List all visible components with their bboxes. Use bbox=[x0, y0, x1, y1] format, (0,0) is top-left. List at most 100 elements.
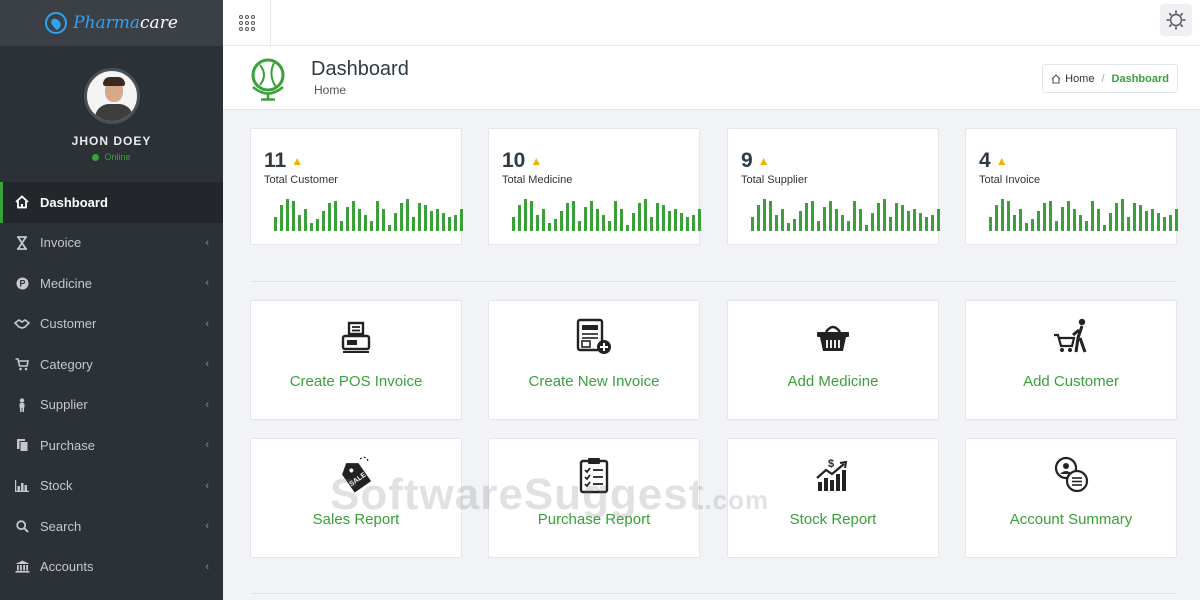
sparkline-bar bbox=[376, 201, 379, 231]
add-medicine-button[interactable]: Add Medicine bbox=[727, 300, 939, 420]
cart-icon bbox=[14, 356, 30, 372]
trend-up-icon: ▲ bbox=[995, 154, 1008, 168]
sparkline-chart bbox=[751, 197, 940, 231]
drop-logo-icon bbox=[45, 12, 68, 34]
sparkline-bar bbox=[889, 217, 892, 231]
sparkline-bar bbox=[787, 223, 790, 231]
stat-card-supplier[interactable]: 9 ▲ Total Supplier bbox=[727, 128, 940, 245]
sidebar-item-category[interactable]: Category ‹ bbox=[0, 344, 223, 385]
sparkline-bar bbox=[1151, 209, 1154, 231]
sparkline-bar bbox=[512, 217, 515, 231]
sparkline-bar bbox=[280, 205, 283, 231]
avatar[interactable] bbox=[83, 68, 140, 124]
stat-card-invoice[interactable]: 4 ▲ Total Invoice bbox=[965, 128, 1178, 245]
documents-icon bbox=[14, 437, 30, 453]
sale-tag-icon: SALE bbox=[336, 455, 376, 495]
sparkline-bar bbox=[542, 209, 545, 231]
globe-icon bbox=[251, 58, 285, 101]
action-label: Create New Invoice bbox=[528, 373, 660, 390]
user-profile: JHON DOEY Online bbox=[0, 46, 223, 182]
sparkline-bar bbox=[799, 211, 802, 231]
sparkline-bar bbox=[358, 209, 361, 231]
account-summary-button[interactable]: Account Summary bbox=[965, 438, 1177, 558]
chevron-left-icon: ‹ bbox=[205, 277, 209, 290]
sparkline-bar bbox=[847, 221, 850, 231]
settings-button[interactable] bbox=[1160, 4, 1192, 36]
stat-value: 10 ▲ bbox=[502, 149, 543, 172]
purchase-report-button[interactable]: Purchase Report bbox=[488, 438, 700, 558]
breadcrumb-home-link[interactable]: Home bbox=[1065, 73, 1094, 85]
hourglass-icon bbox=[14, 235, 30, 251]
sidebar-item-stock[interactable]: Stock ‹ bbox=[0, 466, 223, 507]
sparkline-bar bbox=[316, 219, 319, 231]
sparkline-bar bbox=[805, 203, 808, 231]
sparkline-bar bbox=[1175, 209, 1178, 231]
sparkline-bar bbox=[572, 201, 575, 231]
stat-card-customer[interactable]: 11 ▲ Total Customer bbox=[250, 128, 463, 245]
brand-logo[interactable]: Pharmacare bbox=[0, 0, 223, 46]
sales-report-button[interactable]: SALE Sales Report bbox=[250, 438, 462, 558]
sidebar-item-medicine[interactable]: P Medicine ‹ bbox=[0, 263, 223, 304]
create-new-invoice-button[interactable]: Create New Invoice bbox=[488, 300, 700, 420]
sparkline-bar bbox=[448, 217, 451, 231]
sparkline-bar bbox=[1139, 205, 1142, 231]
sparkline-bar bbox=[1031, 219, 1034, 231]
sparkline-bar bbox=[346, 207, 349, 231]
pill-icon: P bbox=[14, 275, 30, 291]
action-label: Purchase Report bbox=[537, 511, 651, 528]
sidebar-item-customer[interactable]: Customer ‹ bbox=[0, 304, 223, 345]
user-status: Online bbox=[92, 152, 131, 162]
sparkline-bar bbox=[1079, 215, 1082, 231]
sparkline-bar bbox=[412, 217, 415, 231]
sparkline-bar bbox=[1145, 211, 1148, 231]
sparkline-bar bbox=[1037, 211, 1040, 231]
page-subtitle: Home bbox=[314, 83, 347, 97]
home-icon bbox=[14, 194, 30, 210]
shopper-cart-icon bbox=[1051, 317, 1091, 357]
sidebar-item-purchase[interactable]: Purchase ‹ bbox=[0, 425, 223, 466]
sparkline-chart bbox=[989, 197, 1178, 231]
chevron-left-icon: ‹ bbox=[205, 358, 209, 371]
search-icon bbox=[14, 518, 30, 534]
sparkline-bar bbox=[859, 209, 862, 231]
sparkline-bar bbox=[871, 213, 874, 231]
sparkline-bar bbox=[328, 203, 331, 231]
sidebar-item-supplier[interactable]: Supplier ‹ bbox=[0, 385, 223, 426]
sparkline-bar bbox=[883, 199, 886, 231]
sparkline-bar bbox=[620, 209, 623, 231]
sparkline-bar bbox=[442, 213, 445, 231]
sparkline-bar bbox=[460, 209, 463, 231]
topbar bbox=[223, 0, 1200, 46]
sparkline-bar bbox=[1001, 199, 1004, 231]
page-header: Dashboard Home Home / Dashboard bbox=[223, 46, 1200, 110]
sparkline-bar bbox=[841, 215, 844, 231]
sparkline-bar bbox=[566, 203, 569, 231]
sparkline-bar bbox=[298, 215, 301, 231]
sparkline-bar bbox=[1043, 203, 1046, 231]
sidebar-item-search[interactable]: Search ‹ bbox=[0, 506, 223, 547]
add-customer-button[interactable]: Add Customer bbox=[965, 300, 1177, 420]
action-label: Add Customer bbox=[1023, 373, 1119, 390]
sidebar-nav: Dashboard Invoice ‹ P Medicine ‹ Custome… bbox=[0, 182, 223, 587]
sparkline-bar bbox=[578, 221, 581, 231]
sparkline-bar bbox=[406, 199, 409, 231]
sparkline-bar bbox=[775, 215, 778, 231]
sidebar-item-accounts[interactable]: Accounts ‹ bbox=[0, 547, 223, 588]
sparkline-bar bbox=[418, 203, 421, 231]
stat-card-medicine[interactable]: 10 ▲ Total Medicine bbox=[488, 128, 701, 245]
sparkline-bar bbox=[632, 213, 635, 231]
sidebar-item-invoice[interactable]: Invoice ‹ bbox=[0, 223, 223, 264]
chevron-left-icon: ‹ bbox=[205, 439, 209, 452]
sparkline-bar bbox=[286, 199, 289, 231]
gear-icon bbox=[1166, 10, 1186, 30]
create-pos-invoice-button[interactable]: Create POS Invoice bbox=[250, 300, 462, 420]
sparkline-bar bbox=[1127, 217, 1130, 231]
sidebar-item-dashboard[interactable]: Dashboard bbox=[0, 182, 223, 223]
apps-grid-button[interactable] bbox=[223, 0, 271, 46]
sparkline-bar bbox=[560, 211, 563, 231]
stock-report-button[interactable]: $ Stock Report bbox=[727, 438, 939, 558]
sparkline-bar bbox=[394, 213, 397, 231]
breadcrumb-separator: / bbox=[1101, 72, 1105, 85]
sparkline-bar bbox=[334, 201, 337, 231]
sparkline-bar bbox=[1163, 217, 1166, 231]
